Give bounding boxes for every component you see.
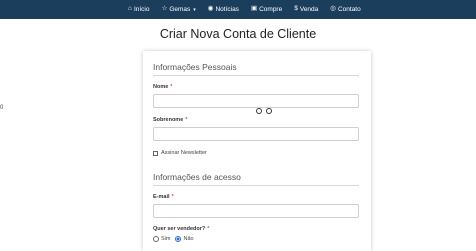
register-form-card: Informações Pessoais Nome * Sobrenome * As… — [143, 51, 371, 251]
spinner-dot — [266, 108, 272, 114]
shopping-bag-icon: ▣ — [250, 5, 258, 13]
email-label-text: E-mail — [153, 194, 170, 200]
first-name-label: Nome * — [153, 84, 172, 90]
nav-item-label: Contato — [337, 6, 361, 13]
last-name-label-text: Sobrenome — [153, 117, 184, 123]
nav-item-venda[interactable]: $ Venda — [294, 6, 318, 13]
first-name-label-text: Nome — [153, 84, 169, 90]
seller-radio-nao[interactable] — [175, 236, 182, 242]
newsletter-checkbox[interactable] — [153, 150, 158, 156]
nav-item-label: Notícias — [215, 6, 239, 13]
side-mark: 0 — [0, 105, 4, 111]
newsletter-row[interactable]: Assinar Newsletter — [153, 150, 207, 156]
globe-icon: ◉ — [207, 5, 214, 13]
email-label: E-mail * — [153, 194, 174, 200]
seller-option-nao: Não — [183, 236, 194, 242]
seller-option-sim: Sim — [161, 236, 171, 242]
nav-item-label: Gemas — [169, 6, 191, 13]
spinner-dot — [256, 108, 262, 114]
nav-item-label: Início — [133, 6, 150, 13]
last-name-input[interactable] — [153, 127, 359, 141]
nav-menu: ⌂ Início ☆ Gemas ▾ ◉ Notícias ▣ Compre $… — [128, 0, 373, 19]
whatsapp-icon: ◎ — [330, 5, 336, 13]
chevron-down-icon: ▾ — [193, 6, 196, 13]
seller-question-label: Quer ser vendedor? * — [153, 226, 209, 232]
page-title: Criar Nova Conta de Cliente — [159, 27, 317, 41]
seller-radio-sim[interactable] — [153, 236, 159, 242]
newsletter-label: Assinar Newsletter — [161, 150, 207, 156]
nav-item-label: Compre — [259, 6, 283, 13]
required-mark: * — [170, 84, 173, 90]
nav-item-contato[interactable]: ◎ Contato — [330, 6, 360, 13]
home-icon: ⌂ — [128, 5, 132, 13]
nav-item-compre[interactable]: ▣ Compre — [251, 6, 282, 13]
email-input[interactable] — [153, 204, 359, 218]
personal-info-title: Informações Pessoais — [153, 62, 237, 72]
dollar-icon: $ — [294, 5, 298, 13]
last-name-label: Sobrenome * — [153, 117, 187, 123]
section-divider — [153, 185, 359, 186]
section-divider — [153, 75, 359, 76]
star-icon: ☆ — [161, 5, 168, 13]
nav-item-noticias[interactable]: ◉ Notícias — [208, 6, 239, 13]
nav-item-inicio[interactable]: ⌂ Início — [128, 6, 149, 13]
loading-spinner — [256, 108, 276, 114]
top-navbar: ⌂ Início ☆ Gemas ▾ ◉ Notícias ▣ Compre $… — [0, 0, 476, 19]
required-mark: * — [185, 117, 188, 123]
required-mark: * — [171, 194, 174, 200]
access-info-title: Informações de acesso — [153, 172, 241, 182]
seller-question-text: Quer ser vendedor? — [153, 226, 206, 232]
nav-item-gemas[interactable]: ☆ Gemas ▾ — [161, 6, 195, 13]
required-mark: * — [207, 226, 210, 232]
nav-item-label: Venda — [299, 6, 319, 13]
seller-radio-group: Sim Não — [153, 236, 199, 242]
first-name-input[interactable] — [153, 94, 359, 108]
